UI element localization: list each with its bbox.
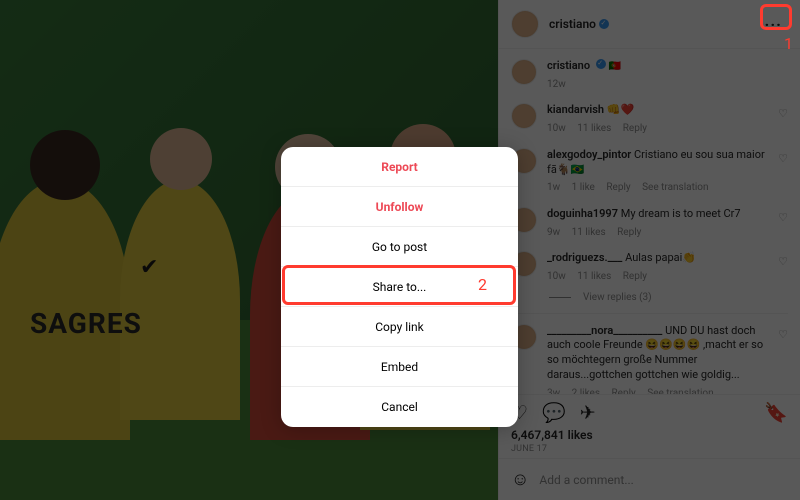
- app-root: SAGRES ✔ cristiano ··· cristiano 🇵🇹 12w: [0, 0, 800, 500]
- annotation-label-1: 1: [784, 34, 793, 53]
- menu-embed[interactable]: Embed: [281, 347, 518, 387]
- menu-unfollow[interactable]: Unfollow: [281, 187, 518, 227]
- menu-cancel[interactable]: Cancel: [281, 387, 518, 427]
- menu-go-to-post[interactable]: Go to post: [281, 227, 518, 267]
- annotation-label-2: 2: [478, 275, 487, 294]
- menu-copy-link[interactable]: Copy link: [281, 307, 518, 347]
- menu-report[interactable]: Report: [281, 147, 518, 187]
